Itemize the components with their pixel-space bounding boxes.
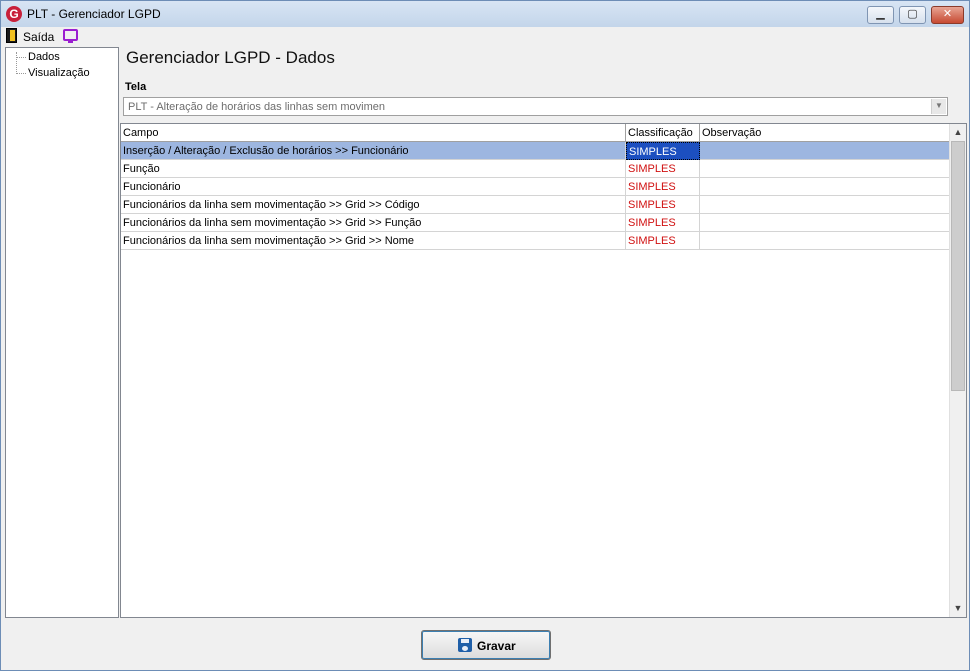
table-row[interactable]: Funcionário SIMPLES (121, 178, 950, 196)
table-row[interactable]: Inserção / Alteração / Exclusão de horár… (121, 142, 950, 160)
cell-classificacao[interactable]: SIMPLES (626, 196, 700, 214)
cell-campo[interactable]: Funcionários da linha sem movimentação >… (121, 214, 626, 232)
cell-campo[interactable]: Função (121, 160, 626, 178)
cell-campo[interactable]: Inserção / Alteração / Exclusão de horár… (121, 142, 626, 160)
title-bar[interactable]: G PLT - Gerenciador LGPD ▁ ▢ ✕ (1, 1, 969, 27)
column-header-campo[interactable]: Campo (121, 124, 626, 142)
tree-item-label: Visualização (28, 67, 90, 79)
tree-branch (16, 57, 26, 58)
cell-classificacao[interactable]: SIMPLES (626, 142, 700, 160)
cell-classificacao[interactable]: SIMPLES (626, 178, 700, 196)
cell-observacao[interactable] (700, 178, 950, 196)
main-window: G PLT - Gerenciador LGPD ▁ ▢ ✕ Saída Dad… (0, 0, 970, 671)
tree-connector (16, 52, 17, 72)
menu-saida[interactable]: Saída (23, 30, 54, 44)
tela-select[interactable]: PLT - Alteração de horários das linhas s… (123, 97, 948, 116)
tree-item-label: Dados (28, 51, 60, 63)
scroll-up-icon[interactable]: ▲ (950, 124, 966, 141)
fields-grid: Campo Classificação Observação Inserção … (120, 123, 967, 618)
maximize-button[interactable]: ▢ (899, 6, 926, 24)
tela-select-value: PLT - Alteração de horários das linhas s… (128, 101, 385, 113)
column-header-classificacao[interactable]: Classificação (626, 124, 700, 142)
table-row[interactable]: Funcionários da linha sem movimentação >… (121, 196, 950, 214)
save-disk-icon (458, 638, 472, 652)
cell-observacao[interactable] (700, 196, 950, 214)
scroll-down-icon[interactable]: ▼ (950, 600, 966, 617)
cell-campo[interactable]: Funcionários da linha sem movimentação >… (121, 196, 626, 214)
minimize-button[interactable]: ▁ (867, 6, 894, 24)
tela-label: Tela (125, 81, 147, 93)
cell-observacao[interactable] (700, 232, 950, 250)
cell-campo[interactable]: Funcionário (121, 178, 626, 196)
table-row[interactable]: Funcionários da linha sem movimentação >… (121, 214, 950, 232)
exit-door-icon[interactable] (6, 28, 17, 43)
vertical-scrollbar[interactable]: ▲ ▼ (949, 124, 966, 617)
column-header-observacao[interactable]: Observação (700, 124, 950, 142)
cell-classificacao[interactable]: SIMPLES (626, 160, 700, 178)
close-button[interactable]: ✕ (931, 6, 964, 24)
tree-branch (16, 73, 26, 74)
save-button-label: Gravar (477, 639, 516, 653)
save-button[interactable]: Gravar (421, 630, 551, 660)
cell-observacao[interactable] (700, 214, 950, 232)
cell-classificacao[interactable]: SIMPLES (626, 232, 700, 250)
window-title: PLT - Gerenciador LGPD (27, 7, 161, 21)
chevron-down-icon[interactable]: ▼ (931, 99, 946, 114)
navigation-tree: Dados Visualização (5, 47, 119, 618)
menu-bar: Saída (1, 27, 969, 46)
cell-observacao[interactable] (700, 160, 950, 178)
table-row[interactable]: Funcionários da linha sem movimentação >… (121, 232, 950, 250)
scrollbar-thumb[interactable] (951, 141, 965, 391)
table-row[interactable]: Função SIMPLES (121, 160, 950, 178)
app-logo-icon: G (6, 6, 22, 22)
cell-classificacao[interactable]: SIMPLES (626, 214, 700, 232)
cell-observacao[interactable] (700, 142, 950, 160)
screen-icon[interactable] (63, 29, 78, 43)
grid-header: Campo Classificação Observação (121, 124, 950, 142)
page-title: Gerenciador LGPD - Dados (126, 48, 335, 67)
cell-campo[interactable]: Funcionários da linha sem movimentação >… (121, 232, 626, 250)
